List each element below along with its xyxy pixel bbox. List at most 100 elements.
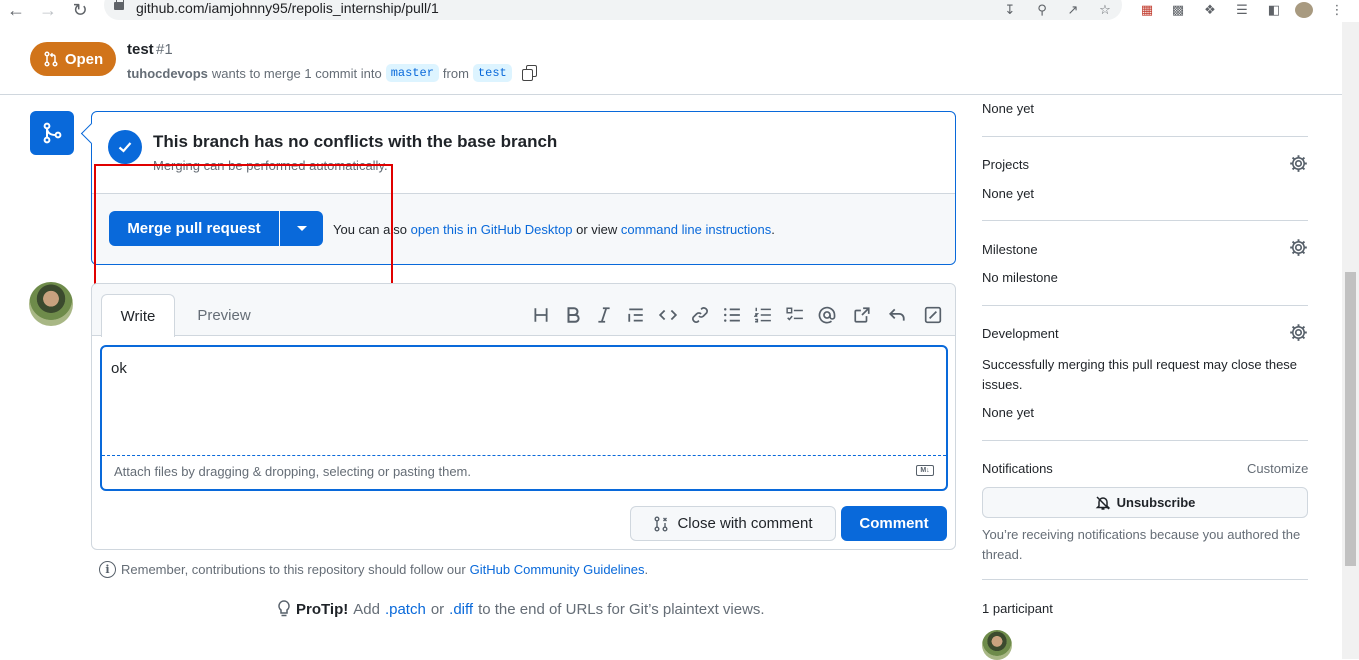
participant-avatar[interactable] [982,630,1012,660]
user-avatar[interactable] [29,282,73,326]
tab-preview[interactable]: Preview [189,294,259,336]
info-icon: i [99,561,116,578]
address-bar[interactable]: github.com/iamjohnny95/repolis_internshi… [104,0,1122,20]
diff-link[interactable]: .diff [449,601,473,618]
milestone-gear-icon[interactable] [1289,238,1308,257]
ordered-list-icon[interactable] [753,305,773,325]
reading-list-icon[interactable]: ☰ [1233,2,1251,18]
close-with-comment-button[interactable]: Close with comment [630,506,836,541]
development-description: Successfully merging this pull request m… [982,357,1298,392]
milestone-heading[interactable]: Milestone [982,242,1038,257]
projects-heading[interactable]: Projects [982,157,1029,172]
command-line-instructions-link[interactable]: command line instructions [621,222,771,237]
notification-reason: You’re receiving notifications because y… [982,527,1301,562]
guidelines-end: . [644,562,649,577]
protip-label: ProTip! [296,600,349,618]
pr-state-badge: Open [30,42,116,76]
comment-form: Write Preview ok Attach files by draggin… [91,283,956,550]
participants-heading: 1 participant [982,601,1053,616]
scrollbar-thumb[interactable] [1345,272,1356,566]
heading-icon[interactable] [531,305,551,325]
lock-icon [114,0,124,10]
merge-alternatives: You can also open this in GitHub Desktop… [333,222,775,237]
markdown-icon[interactable]: M↓ [916,465,934,476]
notifications-heading: Notifications [982,461,1053,476]
projects-gear-icon[interactable] [1289,154,1308,173]
patch-link[interactable]: .patch [385,601,426,618]
base-branch-label[interactable]: master [385,64,439,82]
pr-meta-text: wants to merge 1 commit into [211,65,382,81]
pr-number: #1 [156,41,173,58]
highlight-annotation-box [94,164,393,292]
unordered-list-icon[interactable] [722,305,742,325]
italic-icon[interactable] [594,305,614,325]
sidebar-divider [982,305,1308,306]
sidebar-divider [982,579,1308,580]
development-value: None yet [982,405,1035,420]
milestone-value: No milestone [982,270,1058,285]
side-panel-icon[interactable]: ◧ [1265,2,1283,18]
copy-icon[interactable] [520,64,538,82]
address-url: github.com/iamjohnny95/repolis_internshi… [136,0,439,16]
link-icon[interactable] [690,305,710,325]
protip: ProTip! Add .patch or .diff to the end o… [277,600,765,618]
browser-toolbar: ← → ↻ github.com/iamjohnny95/repolis_int… [0,0,1359,22]
share-icon[interactable]: ↗ [1064,2,1082,18]
guidelines-text: Remember, contributions to this reposito… [121,562,466,577]
pr-sticky-header: Open test #1 tuhocdevops wants to merge … [0,29,1342,95]
merge-alt-end: . [771,222,775,237]
attach-divider [102,455,946,456]
unsubscribe-button[interactable]: Unsubscribe [982,487,1308,518]
light-bulb-icon [278,600,290,617]
check-icon [108,130,142,164]
tab-write[interactable]: Write [101,294,175,337]
zoom-icon[interactable]: ⚲ [1033,2,1051,18]
quote-icon[interactable] [626,305,646,325]
git-pull-request-closed-icon [654,516,668,531]
mention-icon[interactable] [817,305,837,325]
forward-icon[interactable]: → [37,0,59,20]
development-gear-icon[interactable] [1289,323,1308,342]
protip-or: or [430,600,445,618]
sidebar-divider [982,136,1308,137]
community-guidelines-link[interactable]: GitHub Community Guidelines [470,562,645,577]
comment-button[interactable]: Comment [841,506,947,541]
qr-extension-icon[interactable]: ▩ [1169,2,1187,18]
projects-value: None yet [982,186,1035,201]
back-icon[interactable]: ← [5,0,27,20]
comment-tabbar: Write Preview [92,284,955,337]
labels-value: None yet [982,101,1035,116]
calendar-extension-icon[interactable]: ▦ [1138,2,1156,18]
profile-avatar[interactable] [1295,2,1313,18]
sidebar-divider [982,440,1308,441]
pr-state-label: Open [64,50,104,68]
install-icon[interactable]: ↧ [1001,2,1019,18]
cross-reference-icon[interactable] [852,305,872,325]
open-github-desktop-link[interactable]: open this in GitHub Desktop [411,222,573,237]
comment-text: ok [111,360,127,377]
slash-commands-icon[interactable] [923,305,943,325]
comment-textarea[interactable]: ok Attach files by dragging & dropping, … [100,345,948,491]
extensions-puzzle-icon[interactable]: ❖ [1201,2,1219,18]
code-icon[interactable] [658,305,678,325]
git-pull-request-icon [44,51,58,67]
task-list-icon[interactable] [785,305,805,325]
guidelines-notice: i Remember, contributions to this reposi… [99,561,648,578]
browser-menu-icon[interactable]: ⋮ [1328,2,1346,18]
reload-icon[interactable]: ↻ [69,0,91,20]
attach-files-hint[interactable]: Attach files by dragging & dropping, sel… [114,464,471,479]
git-merge-icon [30,111,74,155]
merge-status-title: This branch has no conflicts with the ba… [153,132,558,151]
development-heading[interactable]: Development [982,326,1059,341]
customize-link[interactable]: Customize [1247,461,1308,476]
saved-reply-icon[interactable] [887,305,907,325]
pr-author-link[interactable]: tuhocdevops [127,66,208,81]
pr-from-text: from [442,65,469,81]
bookmark-star-icon[interactable]: ☆ [1096,2,1114,18]
pr-title: test [127,41,154,58]
bold-icon[interactable] [563,305,583,325]
head-branch-label[interactable]: test [472,64,512,82]
pr-meta: tuhocdevops wants to merge 1 commit into… [127,64,538,82]
sidebar-divider [982,220,1308,221]
merge-alt-mid: or view [576,222,618,237]
